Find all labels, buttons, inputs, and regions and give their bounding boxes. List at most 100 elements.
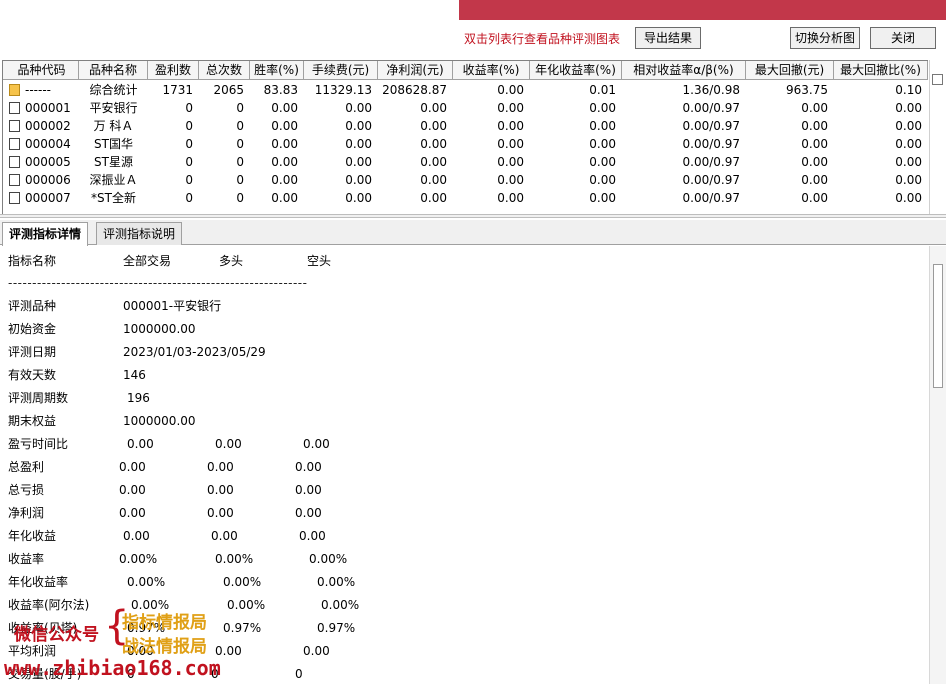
switch-chart-button[interactable]: 切换分析图 xyxy=(790,27,860,49)
detail-header-name: 指标名称 xyxy=(8,254,57,268)
cell-net-profit: 0.00 xyxy=(420,119,447,133)
column-header-code[interactable]: 品种代码 xyxy=(5,61,79,80)
table-row[interactable]: 000005 ST星源 0 0 0.00 0.00 0.00 0.00 0.00 0.00/0.9… xyxy=(3,153,928,171)
cell-fee: 0.00 xyxy=(345,137,372,151)
metric-long-value: 0.00 xyxy=(211,529,238,543)
metric-short-value: 0.00 xyxy=(295,483,322,497)
title-bar-accent xyxy=(459,0,946,20)
metric-short-value: 0 xyxy=(295,667,303,681)
cell-fee: 0.00 xyxy=(345,191,372,205)
cell-win-count: 0 xyxy=(185,137,193,151)
toolbar-hint: 双击列表行查看品种评测图表 xyxy=(464,32,621,46)
column-header-max-drawdown-ratio[interactable]: 最大回撤比(%) xyxy=(834,61,928,80)
cell-code: 000001 xyxy=(25,101,71,115)
cell-alpha-beta: 0.00/0.97 xyxy=(682,155,740,169)
scrollbar-thumb[interactable] xyxy=(933,264,943,388)
cell-win-rate: 0.00 xyxy=(271,101,298,115)
table-row[interactable]: 000007 *ST全新 0 0 0.00 0.00 0.00 0.00 0.00 0.00/0.… xyxy=(3,189,928,207)
cell-annual-return: 0.00 xyxy=(589,155,616,169)
detail-separator: ----------------------------------------… xyxy=(8,276,308,290)
metric-long-value: 0.00% xyxy=(215,552,254,566)
metric-all-value: 0.00 xyxy=(127,437,154,451)
column-header-annual-return[interactable]: 年化收益率(%) xyxy=(530,61,622,80)
column-header-return-rate[interactable]: 收益率(%) xyxy=(453,61,530,80)
cell-win-count: 0 xyxy=(185,119,193,133)
cell-annual-return: 0.00 xyxy=(589,191,616,205)
table-scrollbar[interactable] xyxy=(929,60,946,214)
metric-all-value: 0.00 xyxy=(119,460,146,474)
cell-max-drawdown-ratio: 0.00 xyxy=(895,137,922,151)
page-icon xyxy=(9,174,20,186)
table-header: 品种代码 品种名称 盈利数 总次数 胜率(%) 手续费(元) 净利润(元) 收益率(%) 年化收… xyxy=(3,61,928,80)
cell-name: 综合统计 xyxy=(89,83,138,97)
table-row[interactable]: 000001 平安银行 0 0 0.00 0.00 0.00 0.00 0.00 0.00/0.9… xyxy=(3,99,928,117)
column-header-name[interactable]: 品种名称 xyxy=(79,61,148,80)
cell-max-drawdown-ratio: 0.00 xyxy=(895,191,922,205)
cell-max-drawdown-ratio: 0.00 xyxy=(895,155,922,169)
column-header-fee[interactable]: 手续费(元) xyxy=(304,61,378,80)
cell-alpha-beta: 0.00/0.97 xyxy=(682,137,740,151)
metric-long-value: 0.00 xyxy=(207,460,234,474)
scrollbar-arrow-icon[interactable] xyxy=(932,74,943,85)
tab-metric-detail[interactable]: 评测指标详情 xyxy=(2,222,89,246)
metric-short-value: 0.00 xyxy=(303,644,330,658)
cell-annual-return: 0.00 xyxy=(589,119,616,133)
cell-max-drawdown-ratio: 0.00 xyxy=(895,101,922,115)
folder-icon xyxy=(9,84,20,96)
metric-label: 年化收益 xyxy=(8,529,57,543)
metric-short-value: 0.97% xyxy=(317,621,356,635)
table-row[interactable]: ------ 综合统计 1731 2065 83.83 11329.13 208628.87… xyxy=(3,81,928,99)
watermark-line1: 指标情报局 xyxy=(122,613,207,633)
close-button[interactable]: 关闭 xyxy=(870,27,936,49)
info-value: 1000000.00 xyxy=(123,322,196,336)
metric-short-value: 0.00% xyxy=(321,598,360,612)
metric-label: 收益率 xyxy=(8,552,45,566)
cell-name: ST国华 xyxy=(94,137,133,151)
top-toolbar: 双击列表行查看品种评测图表 导出结果 切换分析图 关闭 xyxy=(0,0,946,50)
cell-total-count: 2065 xyxy=(213,83,244,97)
metric-label: 净利润 xyxy=(8,506,45,520)
metric-long-value: 0.00 xyxy=(207,483,234,497)
column-header-alpha-beta[interactable]: 相对收益率α/β(%) xyxy=(622,61,746,80)
table-row[interactable]: 000006 深振业Ａ 0 0 0.00 0.00 0.00 0.00 0.00 0.00/0.9… xyxy=(3,171,928,189)
cell-net-profit: 0.00 xyxy=(420,173,447,187)
cell-name: *ST全新 xyxy=(91,191,136,205)
cell-annual-return: 0.00 xyxy=(589,137,616,151)
column-header-win-count[interactable]: 盈利数 xyxy=(148,61,199,80)
metric-short-value: 0.00% xyxy=(317,575,356,589)
detail-scrollbar[interactable] xyxy=(929,246,946,684)
page-icon xyxy=(9,120,20,132)
cell-return-rate: 0.00 xyxy=(497,155,524,169)
column-header-net-profit[interactable]: 净利润(元) xyxy=(378,61,453,80)
cell-fee: 0.00 xyxy=(345,101,372,115)
metric-short-value: 0.00 xyxy=(295,506,322,520)
cell-code: 000006 xyxy=(25,173,71,187)
cell-name: ST星源 xyxy=(94,155,133,169)
export-results-button[interactable]: 导出结果 xyxy=(635,27,701,49)
results-table[interactable]: 品种代码 品种名称 盈利数 总次数 胜率(%) 手续费(元) 净利润(元) 收益率(%) 年化收… xyxy=(2,60,928,214)
metric-long-value: 0.00% xyxy=(223,575,262,589)
metric-short-value: 0.00 xyxy=(303,437,330,451)
cell-alpha-beta: 0.00/0.97 xyxy=(682,119,740,133)
cell-max-drawdown: 0.00 xyxy=(801,173,828,187)
cell-total-count: 0 xyxy=(236,173,244,187)
cell-total-count: 0 xyxy=(236,191,244,205)
column-header-max-drawdown[interactable]: 最大回撤(元) xyxy=(746,61,834,80)
cell-max-drawdown: 0.00 xyxy=(801,119,828,133)
table-row[interactable]: 000004 ST国华 0 0 0.00 0.00 0.00 0.00 0.00 0.00/0.9… xyxy=(3,135,928,153)
cell-fee: 11329.13 xyxy=(314,83,372,97)
column-header-total-count[interactable]: 总次数 xyxy=(199,61,250,80)
panel-splitter[interactable] xyxy=(0,214,946,218)
table-row[interactable]: 000002 万 科Ａ 0 0 0.00 0.00 0.00 0.00 0.00 0.00/0.9… xyxy=(3,117,928,135)
metric-long-value: 0.00% xyxy=(227,598,266,612)
detail-header-all: 全部交易 xyxy=(123,254,172,268)
cell-win-rate: 0.00 xyxy=(271,119,298,133)
tab-metric-explain[interactable]: 评测指标说明 xyxy=(96,222,183,245)
cell-win-rate: 0.00 xyxy=(271,173,298,187)
cell-net-profit: 0.00 xyxy=(420,101,447,115)
cell-max-drawdown: 0.00 xyxy=(801,137,828,151)
watermark-wechat: 微信公众号 xyxy=(14,625,99,645)
info-value: 146 xyxy=(123,368,146,382)
column-header-win-rate[interactable]: 胜率(%) xyxy=(250,61,304,80)
cell-alpha-beta: 0.00/0.97 xyxy=(682,101,740,115)
